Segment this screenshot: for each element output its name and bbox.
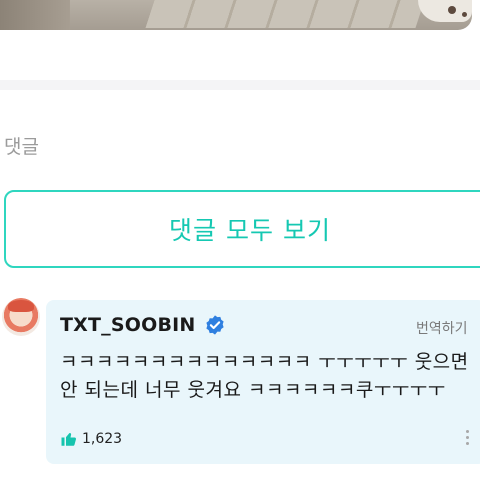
thumbs-up-icon [60, 430, 78, 448]
verified-check-icon [204, 314, 226, 336]
photo-floor [145, 0, 425, 28]
comments-section-label: 댓글 [4, 136, 39, 158]
avatar[interactable] [2, 298, 40, 336]
comment-text-line: ㅋㅋㅋㅋㅋㅋㅋㅋㅋㅋㅋㅋㅋㅋ ㅜㅜㅜㅜㅜ 웃으면 [60, 351, 469, 373]
post-photo[interactable] [0, 0, 472, 30]
comment-text: ㅋㅋㅋㅋㅋㅋㅋㅋㅋㅋㅋㅋㅋㅋ ㅜㅜㅜㅜㅜ 웃으면 안 되는데 너무 웃겨요 ㅋㅋ… [60, 348, 470, 404]
comment-text-line: 안 되는데 너무 웃겨요 ㅋㅋㅋㅋㅋㅋ쿠ㅜㅜㅜㅜ [60, 379, 446, 401]
photo-shadow [0, 0, 70, 30]
more-vertical-icon[interactable] [462, 428, 472, 448]
like-count: 1,623 [82, 431, 123, 447]
view-all-comments-button[interactable]: 댓글 모두 보기 [4, 190, 480, 268]
translate-button[interactable]: 번역하기 [416, 318, 468, 338]
like-button[interactable]: 1,623 [60, 430, 122, 448]
comment-card: TXT_SOOBIN 번역하기 ㅋㅋㅋㅋㅋㅋㅋㅋㅋㅋㅋㅋㅋㅋ ㅜㅜㅜㅜㅜ 웃으면… [46, 300, 480, 464]
avatar-hair [8, 300, 34, 312]
post-photo-card [0, 0, 480, 62]
photo-object [418, 0, 472, 22]
view-all-comments-label: 댓글 모두 보기 [169, 216, 331, 245]
comment-author-name[interactable]: TXT_SOOBIN [60, 314, 196, 336]
section-divider [0, 80, 480, 90]
photo-detail [462, 12, 467, 17]
comment-author-row: TXT_SOOBIN [60, 314, 226, 336]
photo-detail [448, 6, 456, 14]
